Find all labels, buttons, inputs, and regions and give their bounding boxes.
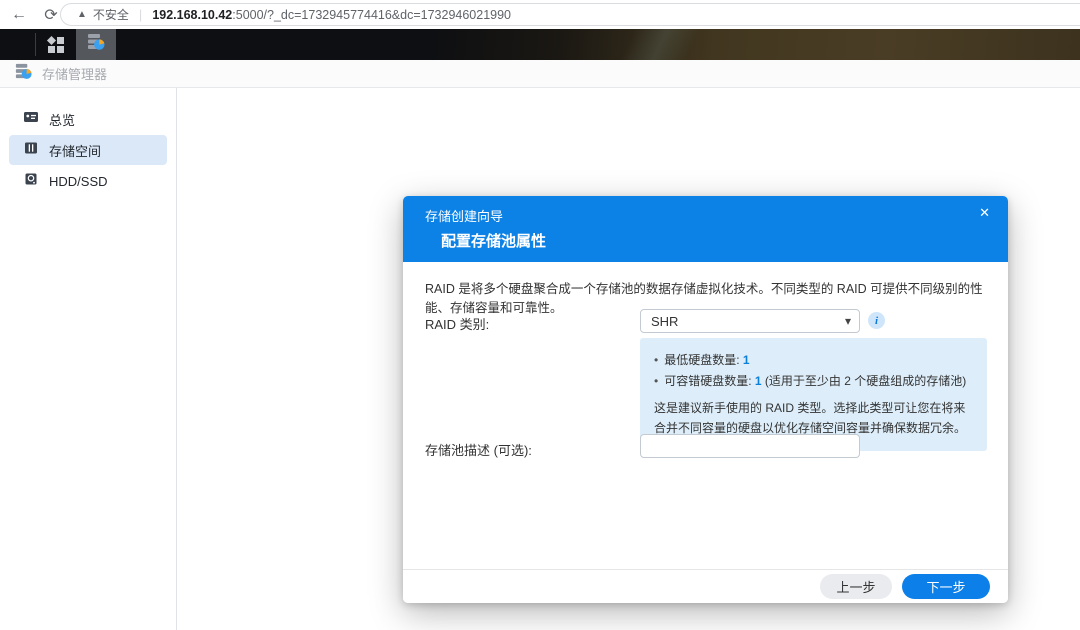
sidebar-item-storage-space[interactable]: 存储空间 (9, 135, 167, 165)
storage-creation-wizard-dialog: 存储创建向导 ✕ 配置存储池属性 RAID 是将多个硬盘聚合成一个存储池的数据存… (403, 196, 1008, 603)
raid-recommendation-text: 这是建议新手使用的 RAID 类型。选择此类型可让您在将来合并不同容量的硬盘以优… (654, 399, 973, 439)
storage-manager-icon (14, 62, 33, 86)
dialog-body: RAID 是将多个硬盘聚合成一个存储池的数据存储虚拟化技术。不同类型的 RAID… (403, 262, 1008, 569)
raid-type-select[interactable]: SHR ▾ (640, 309, 860, 333)
next-step-button[interactable]: 下一步 (902, 574, 990, 599)
storage-manager-icon (86, 32, 106, 57)
fault-tolerance-row: •可容错硬盘数量: 1 (适用于至少由 2 个硬盘组成的存储池) (654, 371, 973, 392)
dialog-footer: 上一步 下一步 (403, 569, 1008, 603)
sidebar: 总览 存储空间 HDD/SSD (0, 88, 177, 630)
sidebar-item-overview[interactable]: 总览 (9, 104, 167, 134)
address-bar[interactable]: ▲ 不安全 | 192.168.10.42 :5000/?_dc=1732945… (60, 3, 1080, 26)
previous-step-button[interactable]: 上一步 (820, 574, 892, 599)
dialog-step-title: 配置存储池属性 (441, 230, 546, 251)
address-divider: | (139, 7, 142, 22)
min-disk-count-row: •最低硬盘数量: 1 (654, 350, 973, 371)
browser-toolbar: ← ⟳ ▲ 不安全 | 192.168.10.42 :5000/?_dc=173… (0, 0, 1080, 29)
bullet-icon: • (654, 374, 658, 388)
sidebar-item-label: 总览 (49, 110, 75, 129)
dsm-taskbar (0, 29, 1080, 60)
apps-grid-icon (48, 37, 64, 53)
sidebar-item-hdd-ssd[interactable]: HDD/SSD (9, 166, 167, 196)
close-icon[interactable]: ✕ (979, 205, 990, 221)
bullet-icon: • (654, 353, 658, 367)
fault-tolerance-note: (适用于至少由 2 个硬盘组成的存储池) (765, 374, 966, 388)
window-title: 存储管理器 (42, 64, 107, 83)
info-icon[interactable]: i (868, 312, 885, 329)
url-host: 192.168.10.42 (152, 8, 232, 22)
pool-description-label: 存储池描述 (可选): (425, 440, 532, 459)
main-menu-button[interactable] (36, 29, 76, 60)
url-query: :5000/?_dc=1732945774416&dc=173294602199… (232, 8, 511, 22)
chevron-down-icon: ▾ (845, 314, 851, 328)
raid-type-value: SHR (651, 314, 678, 329)
fault-tolerance-value: 1 (755, 374, 762, 388)
dialog-title: 存储创建向导 (425, 206, 503, 225)
dialog-header: 存储创建向导 ✕ 配置存储池属性 (403, 196, 1008, 262)
storage-space-icon (23, 140, 39, 161)
raid-type-label: RAID 类别: (425, 314, 489, 333)
hdd-icon (23, 171, 39, 192)
back-icon[interactable]: ← (6, 2, 32, 28)
pool-description-input[interactable] (640, 434, 860, 458)
sidebar-item-label: HDD/SSD (49, 174, 108, 189)
storage-manager-task-button[interactable] (76, 29, 116, 60)
min-disk-count-value: 1 (743, 353, 750, 367)
sidebar-item-label: 存储空间 (49, 141, 101, 160)
security-warning-label[interactable]: 不安全 (93, 6, 129, 23)
security-warning-icon: ▲ (77, 9, 87, 20)
overview-icon (23, 109, 39, 130)
window-titlebar: 存储管理器 (0, 60, 1080, 88)
